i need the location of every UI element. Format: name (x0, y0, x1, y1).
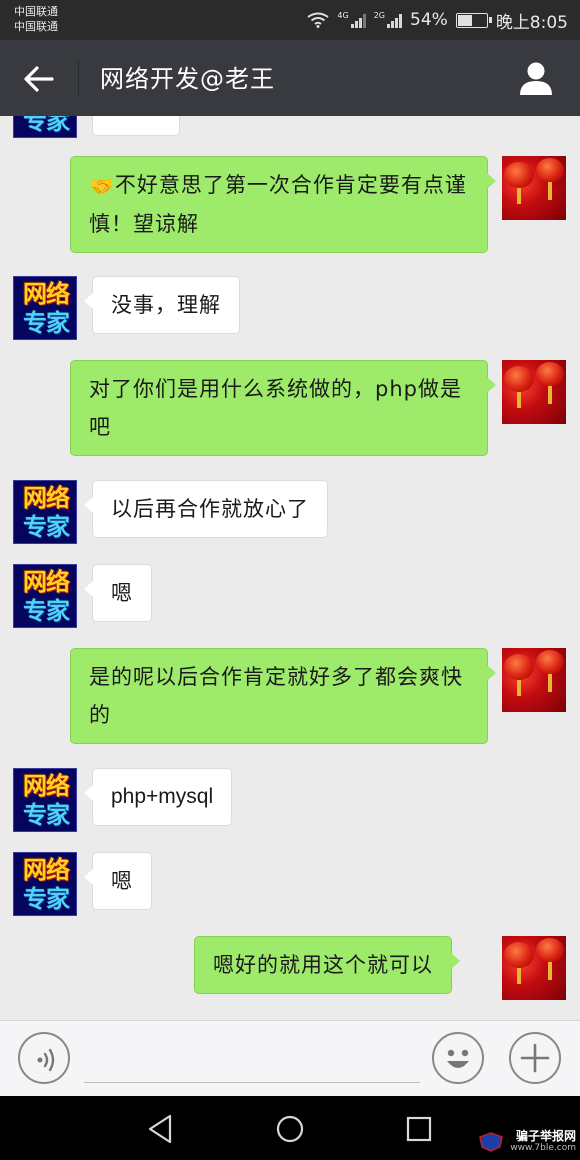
carrier-1: 中国联通 (14, 5, 58, 18)
system-nav-bar: 骗子举报网 www.7ble.com (0, 1096, 580, 1160)
battery-icon (455, 12, 492, 28)
message-bubble-outgoing[interactable]: 是的呢以后合作肯定就好多了都会爽快的 (70, 648, 496, 744)
message-bubble-outgoing[interactable]: 对了你们是用什么系统做的，php做是吧 (70, 360, 496, 456)
message-text: 嗯 (111, 869, 133, 893)
clock: 晚上8:05 (495, 12, 568, 33)
message-text: 对了你们是用什么系统做的，php做是吧 (89, 377, 462, 439)
voice-input-button[interactable] (18, 1032, 70, 1084)
profile-icon[interactable] (518, 60, 554, 96)
chat-message-list[interactable]: 网络 专家 🤝不好意思了第一次合作肯定要有点谨慎！望谅解 网络 专家 没事，理解… (0, 116, 580, 1020)
net-2g-label: 2G (373, 11, 386, 20)
message-text: 嗯 (111, 581, 133, 605)
user-avatar[interactable] (502, 156, 566, 220)
message-bubble-incoming[interactable]: php+mysql (83, 768, 233, 826)
emoji-button[interactable] (432, 1032, 484, 1084)
plus-icon (520, 1043, 550, 1073)
message-bubble-incoming[interactable]: 嗯 (84, 564, 152, 622)
nav-back-icon[interactable] (144, 1112, 178, 1146)
carrier-2: 中国联通 (14, 20, 58, 33)
battery-percent: 54% (410, 10, 448, 30)
back-arrow-icon[interactable] (22, 62, 56, 96)
user-avatar[interactable] (502, 360, 566, 424)
user-avatar[interactable] (502, 648, 566, 712)
carrier-labels: 中国联通 中国联通 (14, 4, 58, 34)
message-input-bar (0, 1020, 580, 1096)
message-text: 不好意思了第一次合作肯定要有点谨慎！望谅解 (89, 173, 467, 236)
signal-2g-icon: 2G (373, 11, 403, 28)
smiley-icon (447, 1049, 469, 1068)
chat-title: 网络开发@老王 (100, 65, 275, 93)
message-bubble-outgoing[interactable]: 嗯好的就用这个就可以 (194, 936, 460, 994)
message-bubble-incoming[interactable]: 以后再合作就放心了 (84, 480, 328, 538)
message-text: 没事，理解 (111, 293, 221, 317)
message-text: 以后再合作就放心了 (111, 497, 309, 521)
message-text: 嗯好的就用这个就可以 (213, 953, 433, 977)
message-text: 是的呢以后合作肯定就好多了都会爽快的 (89, 665, 463, 727)
nav-recents-icon[interactable] (402, 1112, 436, 1146)
message-bubble-incoming[interactable]: 没事，理解 (84, 276, 240, 334)
title-divider (78, 60, 79, 96)
message-bubble-incoming[interactable]: 嗯 (84, 852, 152, 910)
title-bar: 网络开发@老王 (0, 40, 580, 116)
wifi-icon (307, 12, 329, 28)
contact-avatar[interactable]: 网络 专家 (13, 564, 77, 628)
status-bar: 中国联通 中国联通 4G 2G 54% 晚上8:05 (0, 0, 580, 40)
contact-avatar[interactable]: 网络 专家 (13, 116, 77, 138)
message-bubble-outgoing[interactable]: 🤝不好意思了第一次合作肯定要有点谨慎！望谅解 (70, 156, 496, 253)
watermark-logo-icon (479, 1132, 503, 1152)
nav-home-icon[interactable] (273, 1112, 307, 1146)
net-4g-label: 4G (337, 11, 349, 20)
contact-avatar[interactable]: 网络 专家 (13, 276, 77, 340)
message-text: php+mysql (111, 785, 214, 808)
message-input[interactable] (84, 1041, 420, 1083)
signal-4g-icon: 4G (337, 11, 366, 28)
contact-avatar[interactable]: 网络 专家 (13, 768, 77, 832)
more-functions-button[interactable] (509, 1032, 561, 1084)
user-avatar[interactable] (502, 936, 566, 1000)
message-bubble-partial[interactable] (92, 116, 180, 136)
contact-avatar[interactable]: 网络 专家 (13, 852, 77, 916)
watermark-sub: www.7ble.com (510, 1143, 576, 1153)
watermark-main: 骗子举报网 (515, 1129, 576, 1143)
status-indicators: 4G 2G 54% 晚上8:05 (307, 9, 568, 33)
voice-wave-icon (37, 1048, 55, 1072)
handshake-icon: 🤝 (89, 174, 115, 198)
watermark: 骗子举报网 www.7ble.com (510, 1130, 576, 1154)
contact-avatar[interactable]: 网络 专家 (13, 480, 77, 544)
